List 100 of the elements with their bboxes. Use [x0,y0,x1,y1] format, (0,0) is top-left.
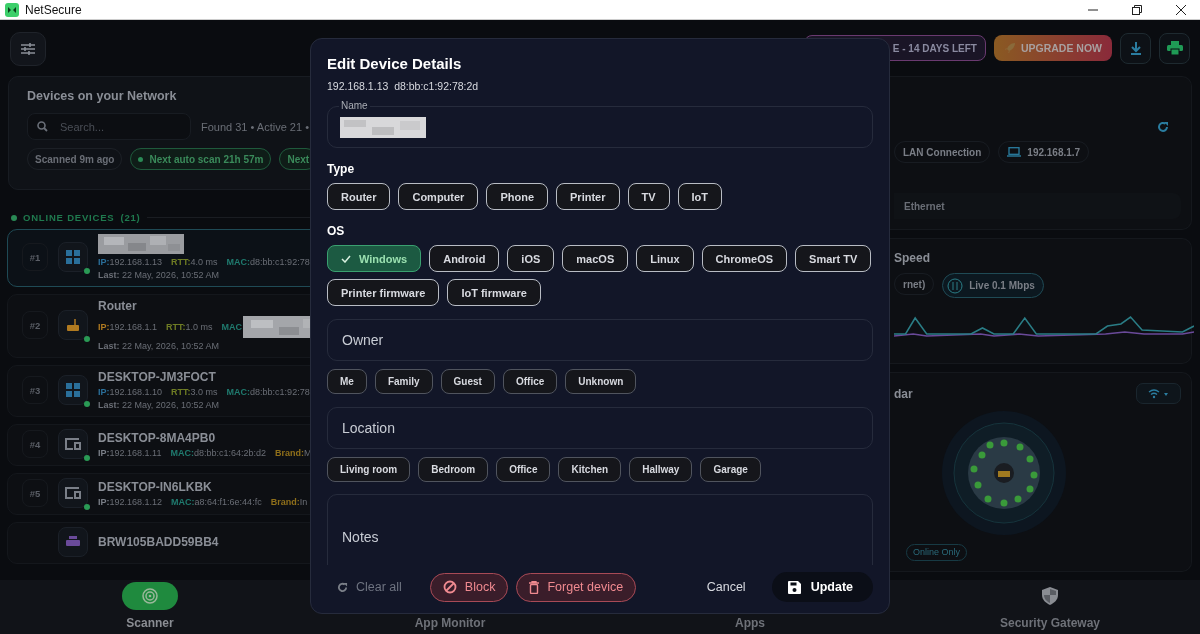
device-name: DESKTOP-JM3FOCT [98,370,217,384]
device-detail: RTT:3.0 ms [171,387,218,397]
type-option[interactable]: Router [327,183,391,210]
search-icon [37,121,48,132]
device-name: DESKTOP-8MA4PB0 [98,430,217,445]
os-option[interactable]: Printer firmware [327,279,440,306]
dialog-title: Edit Device Details [327,55,463,72]
last-seen: Last: 22 May, 2026, 10:52 AM [98,341,220,351]
device-detail: IP:192.168.1.10 [98,387,163,397]
last-seen: Last: 22 May, 2026, 10:52 AM [98,270,220,280]
device-detail: RTT:1.0 ms [166,322,213,332]
type-option[interactable]: TV [627,183,670,210]
device-detail: IP:192.168.1.1 [98,322,158,332]
section-label: Type [327,162,356,176]
print-button[interactable] [1159,32,1190,64]
device-number: #3 [22,376,48,404]
device-detail: MAC:d8:bb:c1:92:78 [226,387,310,397]
download-icon [1129,41,1142,55]
device-count: (21) [120,212,141,223]
device-number: #2 [22,311,48,339]
speed-chip: Live 0.1 Mbps [942,273,1044,298]
device-detail: MAC:d8:bb:c1:64:2b:d2 [170,447,266,458]
location-option[interactable]: Living room [327,457,411,482]
device-number: #4 [22,430,48,458]
os-option[interactable]: macOS [562,245,629,272]
location-option[interactable]: Kitchen [558,457,622,482]
device-name: Router [98,299,138,313]
location-option[interactable]: Bedroom [418,457,489,482]
os-option[interactable]: Windows [327,245,422,272]
filter-button[interactable] [10,32,46,66]
os-option[interactable]: Smart TV [795,245,872,272]
printer-icon [1166,41,1183,55]
online-dot [11,214,17,221]
window-title: NetSecure [25,2,82,17]
os-option[interactable]: Linux [636,245,694,272]
owner-option[interactable]: Guest [440,369,495,394]
card-title: dar [894,386,913,401]
app-logo-icon [5,2,19,17]
device-name: BRW105BADD59BB4 [98,535,219,549]
last-seen: Last: 22 May, 2026, 10:52 AM [98,400,220,410]
network-filter-dropdown[interactable] [1136,383,1181,404]
type-option[interactable]: IoT [677,183,723,210]
device-stats: Found 31 • Active 21 • [201,120,309,133]
forget-device-button[interactable]: Forget device [516,572,637,602]
location-option[interactable]: Hallway [629,457,693,482]
wifi-icon [1147,388,1170,399]
update-button[interactable]: Update [771,572,873,602]
owner-option[interactable]: Family [374,369,433,394]
block-button[interactable]: Block [429,572,509,602]
location-option[interactable]: Office [496,457,551,482]
device-address: 192.168.1.13 d8:bb:c1:92:78:2d [327,80,480,92]
device-row[interactable]: #3 DESKTOP-JM3FOCT IP:192.168.1.10 RTT:3.0 ms MAC:d8:bb:c1:92:78 Last: 22 May, 2026, 10:52 AM [7,365,310,417]
owner-field[interactable]: Owner [327,319,873,361]
device-row[interactable]: #4 DESKTOP-8MA4PB0 IP:192.168.1.11 MAC:d8:bb:c1:64:2b:d2 Brand:M [7,424,310,466]
device-detail: MAC:a8:64:f1:6e:44:fc [171,496,262,507]
block-icon [442,580,457,594]
save-icon [787,580,801,594]
owner-option[interactable]: Unknown [565,369,637,394]
laptop-icon [1007,147,1022,157]
sliders-icon [21,43,35,55]
field-label: Name [339,100,370,111]
device-row[interactable]: #2 Router IP:192.168.1.1 RTT:1.0 ms MAC Last: 22 May, 2026, 10:52 AM [7,294,310,358]
os-option[interactable]: Android [429,245,500,272]
type-option[interactable]: Phone [486,183,549,210]
device-detail: RTT:4.0 ms [171,257,218,267]
owner-option[interactable]: Me [327,369,367,394]
nav-tab[interactable]: Scanner [0,580,300,634]
download-button[interactable] [1120,32,1151,64]
rocket-icon [1003,42,1016,54]
clear-all-button[interactable]: Clear all [337,580,402,594]
os-option[interactable]: iOS [507,245,555,272]
device-detail: Brand:In [270,496,308,507]
owner-option[interactable]: Office [502,369,558,394]
radar-icon [142,588,158,604]
type-option[interactable]: Computer [398,183,479,210]
panel-title: Devices on your Network [27,89,178,103]
scan-status-chip: Next [279,148,310,170]
device-row[interactable]: #5 DESKTOP-IN6LKBK IP:192.168.1.12 MAC:a8:64:f1:6e:44:fc Brand:In [7,473,310,515]
search-field[interactable]: Search... [27,113,191,140]
section-title: ONLINE DEVICES [23,212,115,223]
location-option[interactable]: Garage [700,457,761,482]
nav-tab[interactable]: Security Gateway [900,580,1200,634]
section-label: OS [327,224,346,238]
os-option[interactable]: IoT firmware [447,279,541,306]
type-option[interactable]: Printer [556,183,620,210]
os-option[interactable]: ChromeOS [701,245,788,272]
device-name: DESKTOP-IN6LKBK [98,479,213,494]
device-detail: IP:192.168.1.11 [98,447,162,458]
device-detail: Brand:M [274,447,310,458]
device-row[interactable]: #1 IP:192.168.1.13 RTT:4.0 ms MAC:d8:bb:c1:92:78 Last: 22 May, 2026, 10:52 AM [7,229,310,287]
refresh-icon[interactable] [1157,121,1169,133]
location-field[interactable]: Location [327,407,873,449]
close-icon[interactable] [1176,4,1186,15]
trash-icon [529,580,540,594]
cancel-button[interactable]: Cancel [700,579,752,595]
device-row[interactable]: BRW105BADD59BB4 [7,522,310,564]
device-detail: IP:192.168.1.12 [98,496,163,507]
device-detail: MAC [221,322,243,332]
device-number: #5 [22,479,48,507]
maximize-icon[interactable] [1132,4,1142,15]
